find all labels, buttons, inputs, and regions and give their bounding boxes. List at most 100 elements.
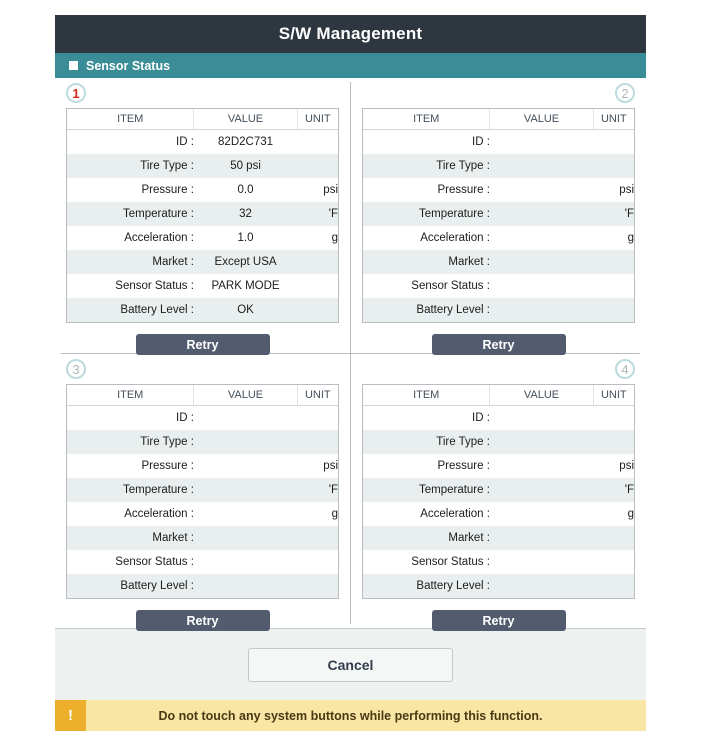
sensor-panel-3: 3 ITEM VALUE UNIT ID : Tire Type : Press… (58, 356, 347, 631)
cancel-button[interactable]: Cancel (248, 647, 453, 682)
retry-button-2[interactable]: Retry (431, 334, 566, 355)
row-unit (593, 154, 634, 178)
row-label: Sensor Status : (363, 274, 490, 298)
sensor-table-2: ITEM VALUE UNIT ID : Tire Type : Pressur… (362, 108, 635, 323)
row-value (489, 154, 594, 178)
row-value (489, 502, 594, 526)
exclamation-glyph: ! (68, 707, 73, 724)
section-header-label: Sensor Status (86, 58, 171, 73)
sensor-panel-1: 1 ITEM VALUE UNIT ID :82D2C731 Tire Type… (58, 80, 347, 355)
table-row: Sensor Status : (363, 274, 634, 298)
row-unit (593, 298, 634, 322)
panel-4-button-row: Retry (354, 610, 643, 631)
panel-1-badge-row: 1 (58, 80, 347, 108)
row-value: 0.0 (193, 178, 298, 202)
row-unit (297, 274, 338, 298)
column-header-value: VALUE (193, 385, 298, 406)
column-header-unit: UNIT (296, 109, 338, 130)
row-value (489, 405, 594, 430)
table-header-row: ITEM VALUE UNIT (67, 385, 338, 406)
row-value (489, 478, 594, 502)
table-row: Sensor Status : PARK MODE (67, 274, 338, 298)
sensor-table-4: ITEM VALUE UNIT ID : Tire Type : Pressur… (362, 384, 635, 599)
panel-number-label: 4 (621, 361, 629, 377)
retry-button-3[interactable]: Retry (135, 610, 270, 631)
row-value (193, 454, 298, 478)
warning-message: Do not touch any system buttons while pe… (158, 708, 543, 723)
row-unit (593, 574, 634, 598)
row-label: Battery Level : (363, 298, 490, 322)
row-label: Tire Type : (67, 154, 194, 178)
table-header-row: ITEM VALUE UNIT (363, 109, 634, 130)
row-unit: g (593, 226, 634, 250)
square-bullet-icon (69, 61, 78, 70)
exclamation-icon: ! (55, 700, 86, 731)
table-row: Temperature : 'F (363, 202, 634, 226)
table-row: Battery Level : (363, 574, 634, 598)
table-row: Acceleration : g (363, 226, 634, 250)
row-unit: psi (593, 454, 634, 478)
panel-2-badge-row: 2 (354, 80, 643, 108)
retry-button-4[interactable]: Retry (431, 610, 566, 631)
column-header-value: VALUE (193, 109, 298, 130)
row-unit: psi (297, 454, 338, 478)
row-value (489, 550, 594, 574)
table-row: Market : (67, 526, 338, 550)
row-label: ID : (363, 129, 490, 154)
column-header-item: ITEM (363, 385, 490, 406)
row-unit: psi (297, 178, 338, 202)
row-label: Temperature : (363, 202, 490, 226)
panel-number-badge-3: 3 (66, 359, 86, 379)
row-unit (297, 129, 338, 154)
sw-management-window: S/W Management Sensor Status 1 ITEM VALU… (55, 15, 646, 731)
sensor-table-3: ITEM VALUE UNIT ID : Tire Type : Pressur… (66, 384, 339, 599)
footer-bar: Cancel (55, 628, 646, 700)
column-header-value: VALUE (489, 385, 594, 406)
row-value (489, 454, 594, 478)
row-unit (593, 430, 634, 454)
row-label: Sensor Status : (67, 550, 194, 574)
row-label: Market : (363, 250, 490, 274)
table-row: Market : Except USA (67, 250, 338, 274)
row-label: Battery Level : (67, 574, 194, 598)
table-row: Pressure : psi (363, 178, 634, 202)
row-label: Acceleration : (363, 226, 490, 250)
column-header-item: ITEM (67, 385, 194, 406)
retry-button-1[interactable]: Retry (135, 334, 270, 355)
row-unit (297, 430, 338, 454)
table-row: Tire Type : (363, 154, 634, 178)
table-row: Battery Level : (67, 574, 338, 598)
row-label: ID : (67, 405, 194, 430)
row-value (489, 274, 594, 298)
table-header-row: ITEM VALUE UNIT (67, 109, 338, 130)
panel-number-badge-2: 2 (615, 83, 635, 103)
table-row: Pressure : psi (67, 454, 338, 478)
row-unit: 'F (297, 478, 338, 502)
row-value (193, 430, 298, 454)
row-value (193, 526, 298, 550)
panel-4-badge-row: 4 (354, 356, 643, 384)
table-row: ID :82D2C731 (67, 129, 338, 154)
row-label: Acceleration : (67, 226, 194, 250)
warning-bar: ! Do not touch any system buttons while … (55, 700, 646, 731)
row-unit (593, 129, 634, 154)
row-value (489, 202, 594, 226)
panel-3-button-row: Retry (58, 610, 347, 631)
row-label: Market : (363, 526, 490, 550)
row-value (193, 574, 298, 598)
sensor-panel-grid: 1 ITEM VALUE UNIT ID :82D2C731 Tire Type… (55, 78, 646, 631)
panel-1-button-row: Retry (58, 334, 347, 355)
table-row: Battery Level : OK (67, 298, 338, 322)
sensor-panel-2: 2 ITEM VALUE UNIT ID : Tire Type : Press… (354, 80, 643, 355)
row-label: Temperature : (363, 478, 490, 502)
row-unit (297, 526, 338, 550)
row-label: Acceleration : (363, 502, 490, 526)
row-unit (593, 550, 634, 574)
row-value (193, 502, 298, 526)
table-row: Pressure :0.0 psi (67, 178, 338, 202)
row-value: Except USA (193, 250, 298, 274)
row-label: Pressure : (363, 178, 490, 202)
row-unit (593, 250, 634, 274)
row-unit (297, 250, 338, 274)
row-value (193, 550, 298, 574)
